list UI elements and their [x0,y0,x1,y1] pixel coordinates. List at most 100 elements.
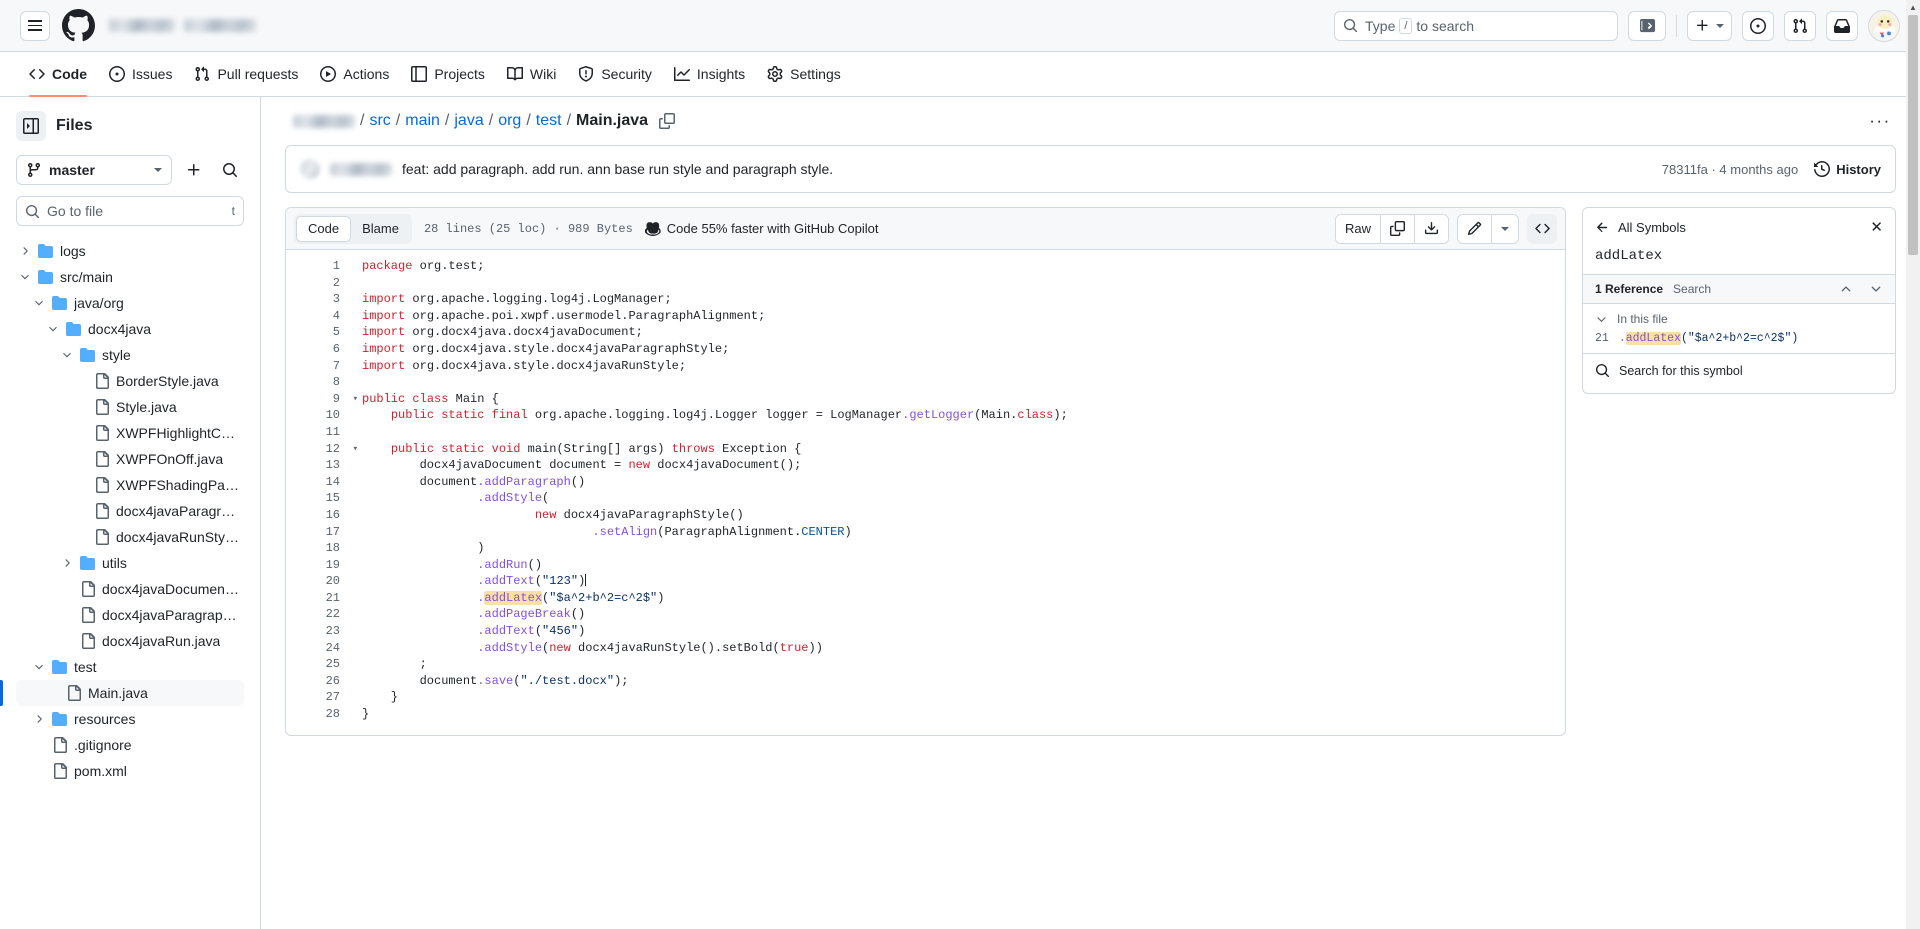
tab-code[interactable]: Code [296,215,352,242]
commit-hash[interactable]: 78311fa [1662,162,1708,177]
tree-file-docx4javaparagraphstyle-java[interactable]: docx4javaParagraphStyle.java [16,498,244,524]
line-number[interactable]: 9 ▾ [286,391,358,408]
code-line[interactable]: .addStyle( [362,490,1565,507]
in-this-file-group[interactable]: In this file [1583,304,1895,330]
code-line[interactable]: .addText("123") [362,573,1565,590]
line-number[interactable]: 15 [286,490,348,507]
code-line[interactable]: package org.test; [362,258,1565,275]
code-line[interactable]: } [362,689,1565,706]
search-input[interactable]: Type / to search [1334,10,1618,41]
symbols-panel-toggle[interactable] [1527,213,1557,244]
chevron-down-icon[interactable] [32,661,46,673]
nav-tab-wiki[interactable]: Wiki [498,58,565,91]
nav-tab-security[interactable]: Security [569,58,661,91]
line-number[interactable]: 13 [286,457,348,474]
tree-folder-logs[interactable]: logs [16,238,244,264]
tree-file-xwpfhighlightcolor-java[interactable]: XWPFHighlightColor.java [16,420,244,446]
line-number[interactable]: 8 [286,374,348,391]
add-file-button[interactable] [180,155,208,185]
tree-file-xwpfshadingpattern-java[interactable]: XWPFShadingPattern.java [16,472,244,498]
code-line[interactable]: .addLatex("$a^2+b^2=c^2$") [362,590,1565,607]
raw-button[interactable]: Raw [1335,214,1381,243]
history-link[interactable]: History [1814,161,1881,177]
nav-tab-projects[interactable]: Projects [402,58,494,91]
line-number[interactable]: 27 [286,689,348,706]
code-line[interactable]: .addRun() [362,557,1565,574]
code-line[interactable]: .addStyle(new docx4javaRunStyle().setBol… [362,640,1565,657]
line-number[interactable]: 1 [286,258,348,275]
github-logo-icon[interactable] [62,9,95,42]
code-line[interactable]: public static final org.apache.logging.l… [362,407,1565,424]
code-line[interactable] [362,424,1565,441]
line-number[interactable]: 10 [286,407,348,424]
line-number[interactable]: 17 [286,524,348,541]
code-line[interactable]: import org.docx4java.style.docx4javaRunS… [362,358,1565,375]
line-number[interactable]: 2 [286,275,348,292]
tab-blame[interactable]: Blame [351,216,410,242]
chevron-down-icon[interactable] [18,271,32,283]
line-number[interactable]: 23 [286,623,348,640]
commit-message[interactable]: feat: add paragraph. add run. ann base r… [402,161,833,177]
chevron-right-icon[interactable] [60,557,74,569]
code-line[interactable]: import org.docx4java.docx4javaDocument; [362,324,1565,341]
chevron-right-icon[interactable] [32,713,46,725]
code-line[interactable]: .setAlign(ParagraphAlignment.CENTER) [362,524,1565,541]
line-number[interactable]: 6 [286,341,348,358]
code-line[interactable]: import org.apache.poi.xwpf.usermodel.Par… [362,308,1565,325]
tree-file-docx4javarunstyle-java[interactable]: docx4javaRunStyle.java [16,524,244,550]
line-number[interactable]: 26 [286,673,348,690]
tree-file-docx4javaparagraph-java[interactable]: docx4javaParagraph.java [16,602,244,628]
nav-tab-issues[interactable]: Issues [100,58,181,91]
issues-button[interactable] [1742,10,1774,41]
line-number[interactable]: 20 [286,573,348,590]
tree-folder-java-org[interactable]: java/org [16,290,244,316]
code-line[interactable]: } [362,706,1565,723]
line-number[interactable]: 28 [286,706,348,723]
code-line[interactable]: docx4javaDocument document = new docx4ja… [362,457,1565,474]
chevron-down-icon[interactable] [1869,282,1883,296]
tree-folder-style[interactable]: style [16,342,244,368]
scroll-thumb[interactable] [1908,15,1918,255]
line-number[interactable]: 3 [286,291,348,308]
chevron-right-icon[interactable] [18,245,32,257]
line-number[interactable]: 22 [286,606,348,623]
close-icon[interactable]: ✕ [1870,218,1883,236]
line-number[interactable]: 4 [286,308,348,325]
code-line[interactable]: .addPageBreak() [362,606,1565,623]
tree-folder-test[interactable]: test [16,654,244,680]
tree-file-docx4javadocument-java[interactable]: docx4javaDocument.java [16,576,244,602]
more-options-button[interactable]: ··· [1864,106,1896,136]
tree-file-borderstyle-java[interactable]: BorderStyle.java [16,368,244,394]
tree-file-main-java[interactable]: Main.java [0,680,244,706]
line-number[interactable]: 24 [286,640,348,657]
avatar[interactable] [1868,9,1900,42]
global-menu-button[interactable] [20,10,50,41]
line-number[interactable]: 18 [286,540,348,557]
edit-dropdown-button[interactable] [1492,214,1518,243]
symbol-reference-row[interactable]: 21 .addLatex("$a^2+b^2=c^2$") [1583,330,1895,354]
notifications-inbox-button[interactable] [1826,10,1858,41]
code-fold-toggle[interactable]: ▾ [353,441,358,458]
line-number[interactable]: 16 [286,507,348,524]
tree-file-pom-xml[interactable]: pom.xml [16,758,244,784]
command-palette-button[interactable] [1628,10,1666,41]
line-number[interactable]: 25 [286,656,348,673]
code-line[interactable]: .addText("456") [362,623,1565,640]
code-line[interactable]: ; [362,656,1565,673]
nav-tab-settings[interactable]: Settings [758,58,850,91]
code-line[interactable]: public static void main(String[] args) t… [362,441,1565,458]
code-line[interactable]: public class Main { [362,391,1565,408]
code-content[interactable]: package org.test; import org.apache.logg… [348,258,1565,723]
tree-file-gitignore[interactable]: .gitignore [16,732,244,758]
nav-tab-insights[interactable]: Insights [665,58,754,91]
search-files-button[interactable] [216,155,244,185]
code-line[interactable] [362,374,1565,391]
code-line[interactable]: import org.apache.logging.log4j.LogManag… [362,291,1565,308]
download-button[interactable] [1415,214,1448,243]
code-line[interactable]: document.save("./test.docx"); [362,673,1565,690]
tree-file-xwpfonoff-java[interactable]: XWPFOnOff.java [16,446,244,472]
copilot-promo[interactable]: Code 55% faster with GitHub Copilot [644,221,879,237]
line-number[interactable]: 21 [286,590,348,607]
breadcrumb-repo-blurred[interactable] [293,114,355,128]
tree-folder-src-main[interactable]: src/main [16,264,244,290]
